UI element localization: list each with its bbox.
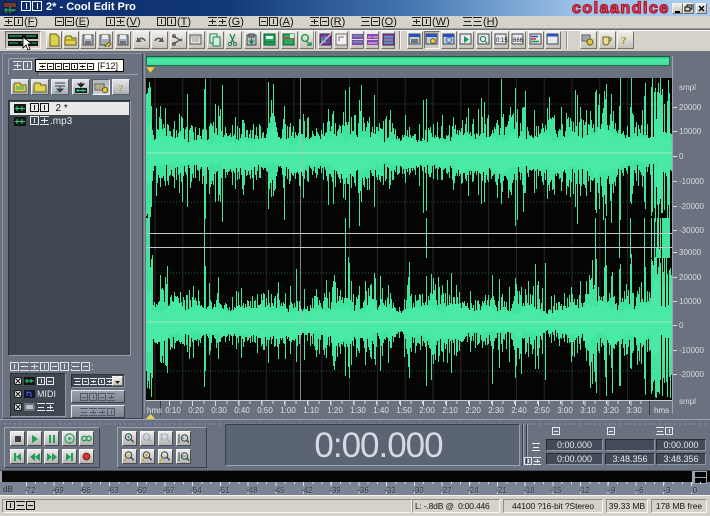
svg-text:?: ? [118, 83, 124, 94]
svg-text:0:15: 0:15 [496, 38, 508, 44]
svg-text:?: ? [621, 35, 627, 47]
svg-text:666: 666 [513, 38, 524, 44]
